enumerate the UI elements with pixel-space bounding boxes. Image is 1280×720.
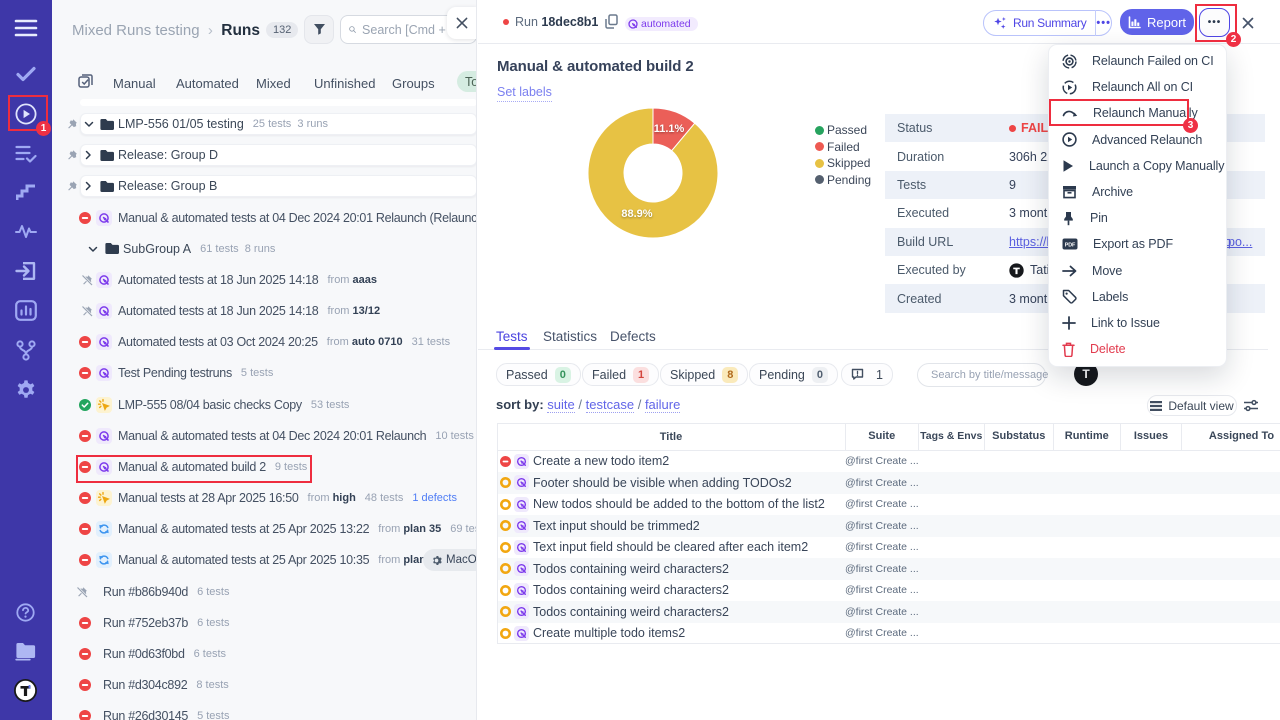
- svg-text:88.9%: 88.9%: [621, 208, 652, 220]
- svg-text:11.1%: 11.1%: [654, 123, 685, 135]
- svg-text:PDF: PDF: [1065, 243, 1076, 249]
